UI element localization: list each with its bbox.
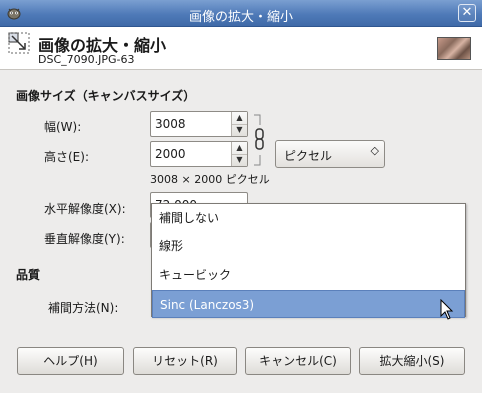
menu-item-linear[interactable]: 線形 <box>152 232 465 260</box>
reset-button[interactable]: リセット(R) <box>133 347 237 375</box>
mouse-pointer-icon <box>440 299 454 320</box>
x-resolution-label: 水平解像度(X): <box>44 202 126 216</box>
interpolation-dropdown-menu[interactable]: 補間しない 線形 キュービック Sinc (Lanczos3) <box>151 203 466 318</box>
width-spinbutton[interactable]: 3008 ▲ ▼ <box>150 111 248 137</box>
size-info-text: 3008 × 2000 ピクセル <box>150 173 270 186</box>
menu-item-none[interactable]: 補間しない <box>152 204 465 232</box>
width-value[interactable]: 3008 <box>155 117 186 131</box>
dialog-header: 画像の拡大・縮小 DSC_7090.JPG-63 <box>0 27 482 70</box>
height-value[interactable]: 2000 <box>155 147 186 161</box>
height-spinbutton[interactable]: 2000 ▲ ▼ <box>150 141 248 167</box>
y-resolution-label: 垂直解像度(Y): <box>44 232 125 246</box>
unit-combo[interactable]: ピクセル ◇ <box>275 140 385 168</box>
window-title: 画像の拡大・縮小 <box>188 10 293 25</box>
image-size-section-label: 画像サイズ（キャンバスサイズ） <box>16 89 196 103</box>
interpolation-label: 補間方法(N): <box>48 301 119 315</box>
scale-image-icon <box>8 32 30 54</box>
header-subtitle: DSC_7090.JPG-63 <box>38 53 135 66</box>
spin-down-icon[interactable]: ▼ <box>232 124 247 136</box>
cancel-button[interactable]: キャンセル(C) <box>245 347 351 375</box>
close-icon[interactable]: ✕ <box>458 4 476 22</box>
width-label: 幅(W): <box>44 120 82 134</box>
unit-value: ピクセル <box>284 149 333 163</box>
window-titlebar: 画像の拡大・縮小 ✕ <box>0 0 482 27</box>
spin-down-icon[interactable]: ▼ <box>232 154 247 166</box>
image-thumbnail <box>437 37 471 60</box>
height-spin-arrows[interactable]: ▲ ▼ <box>231 142 247 166</box>
help-button[interactable]: ヘルプ(H) <box>17 347 124 375</box>
menu-item-cubic[interactable]: キュービック <box>152 261 465 289</box>
combo-arrow-icon: ◇ <box>370 144 379 157</box>
chain-link-icon[interactable] <box>252 113 268 167</box>
scale-button[interactable]: 拡大縮小(S) <box>359 347 465 375</box>
menu-item-sinc-lanczos3[interactable]: Sinc (Lanczos3) <box>152 290 465 318</box>
width-spin-arrows[interactable]: ▲ ▼ <box>231 112 247 136</box>
height-label: 高さ(E): <box>44 150 89 164</box>
quality-section-label: 品質 <box>16 268 41 282</box>
